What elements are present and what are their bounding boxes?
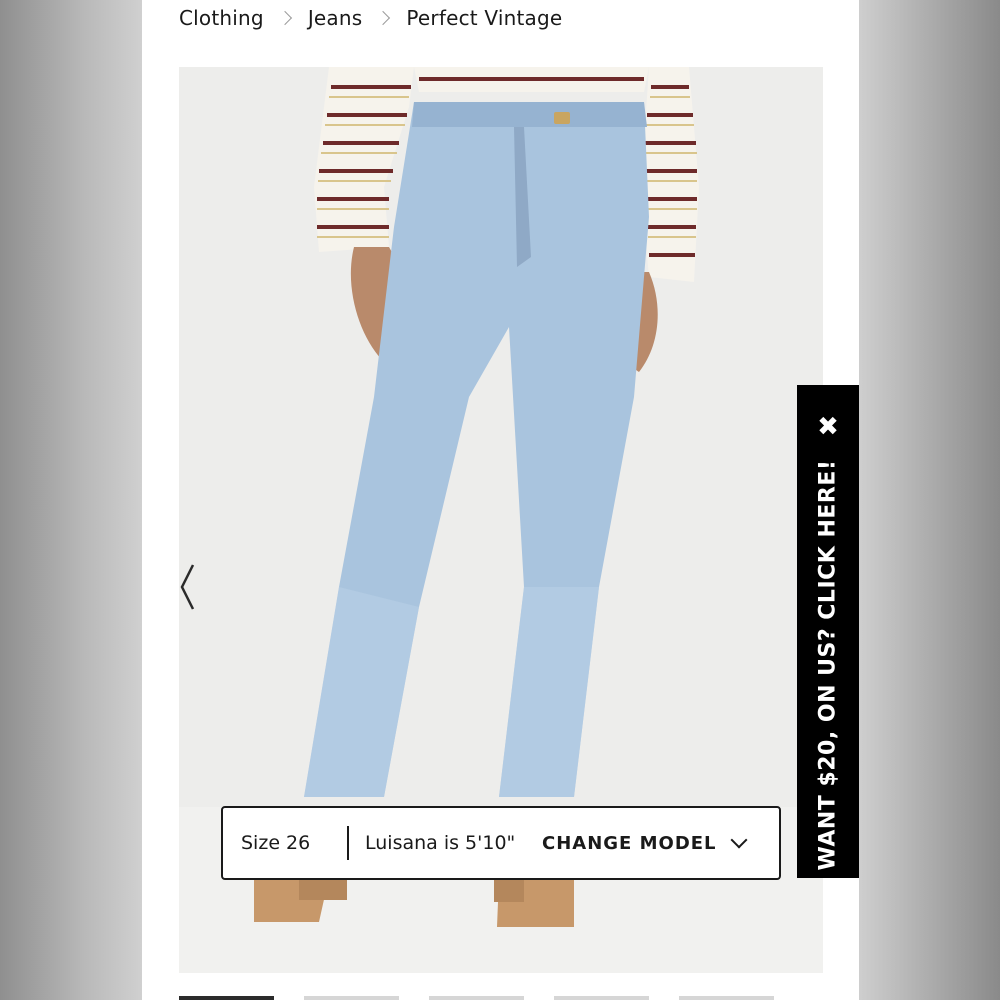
chevron-down-icon (731, 836, 745, 850)
gallery-indicators (179, 996, 823, 1000)
gallery-indicator[interactable] (429, 996, 524, 1000)
model-info-bar: Size 26 Luisana is 5'10" CHANGE MODEL (221, 806, 781, 880)
divider (347, 826, 349, 860)
breadcrumb: Clothing Jeans Perfect Vintage (179, 4, 562, 32)
breadcrumb-separator-icon (274, 4, 298, 32)
chevron-left-icon[interactable] (179, 562, 197, 612)
promo-tab[interactable]: ✖ WANT $20, ON US? CLICK HERE! (797, 385, 859, 878)
gallery-indicator[interactable] (179, 996, 274, 1000)
close-icon[interactable]: ✖ (797, 407, 859, 447)
model-size: Size 26 (241, 832, 311, 854)
breadcrumb-clothing[interactable]: Clothing (179, 6, 264, 30)
change-model-label: CHANGE MODEL (542, 832, 717, 854)
change-model-button[interactable]: CHANGE MODEL (542, 833, 745, 854)
model-height: Luisana is 5'10" (365, 832, 516, 854)
breadcrumb-perfect-vintage[interactable]: Perfect Vintage (406, 6, 562, 30)
gallery-indicator[interactable] (304, 996, 399, 1000)
breadcrumb-separator-icon (372, 4, 396, 32)
breadcrumb-jeans[interactable]: Jeans (308, 6, 363, 30)
gallery-indicator[interactable] (679, 996, 774, 1000)
promo-text[interactable]: WANT $20, ON US? CLICK HERE! (816, 460, 841, 871)
right-background (858, 0, 1000, 1000)
gallery-indicator[interactable] (554, 996, 649, 1000)
product-page: Clothing Jeans Perfect Vintage Size 26 L… (142, 0, 859, 1000)
left-background (0, 0, 142, 1000)
